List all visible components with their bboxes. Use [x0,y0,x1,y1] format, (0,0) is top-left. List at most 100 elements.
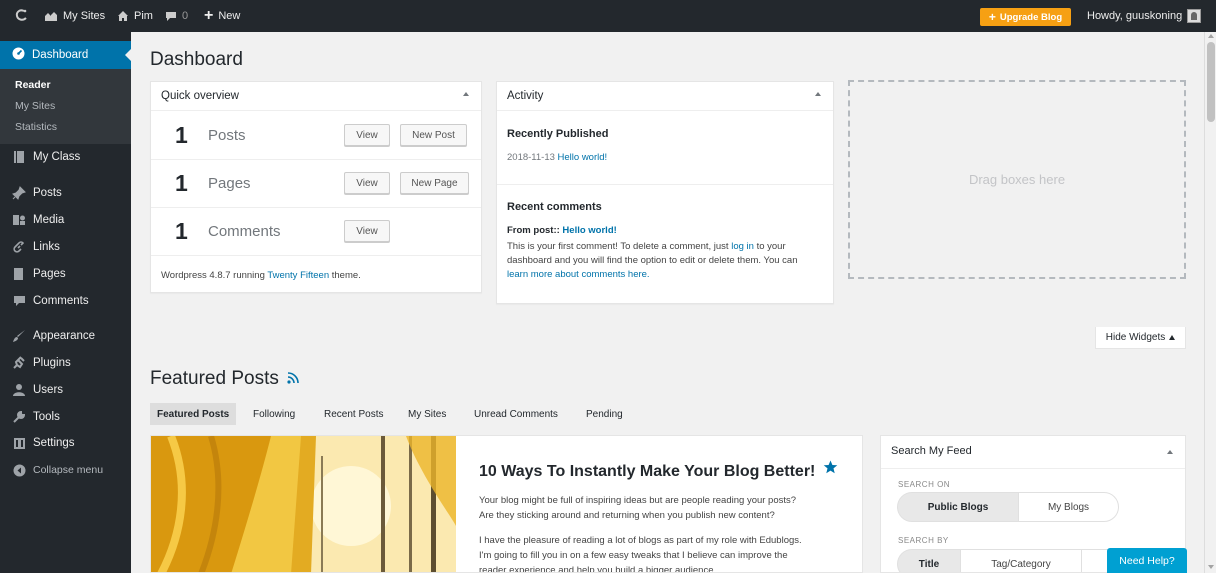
users-icon [12,383,26,397]
star-icon[interactable] [823,460,838,477]
sidebar-collapse-menu[interactable]: Collapse menu [0,457,131,483]
post-excerpt-paragraph: Your blog might be full of inspiring ide… [479,495,797,521]
toggle-arrow-icon[interactable] [815,92,821,96]
new-page-button[interactable]: New Page [400,172,469,194]
avatar [1187,9,1202,23]
media-icon [12,213,26,227]
overview-row-pages: 1 Pages View New Page [151,160,481,208]
search-by-label: SEARCH BY [898,536,949,545]
sidebar-item-links[interactable]: Links [0,234,131,260]
post-title[interactable]: 10 Ways To Instantly Make Your Blog Bett… [479,463,815,481]
sidebar-item-settings[interactable]: Settings [0,430,131,456]
sidebar-item-appearance[interactable]: Appearance [0,323,131,349]
pin-icon [12,186,26,200]
plus-icon: + [988,10,996,24]
sidebar-item-dashboard[interactable]: Dashboard [0,41,131,69]
upgrade-blog-button[interactable]: + Upgrade Blog [980,8,1071,26]
new-content-menu[interactable]: + New [204,0,240,32]
dashboard-icon [12,47,25,63]
toggle-arrow-icon[interactable] [1167,450,1173,454]
search-on-label: SEARCH ON [898,480,951,489]
toggle-arrow-icon[interactable] [463,92,469,96]
post-thumbnail[interactable] [151,436,456,572]
admin-bar: My Sites Pim 0 + New + Upgrade Blog Howd… [0,0,1216,32]
comment-excerpt: This is your first comment! To delete a … [507,241,798,280]
plus-icon: + [204,7,214,24]
sidebar-item-users[interactable]: Users [0,377,131,403]
my-sites-menu[interactable]: My Sites [44,0,105,32]
plugin-icon [12,356,26,370]
tab-my-sites[interactable]: My Sites [401,403,453,425]
recent-comments-heading: Recent comments [507,201,602,213]
home-icon [117,10,129,22]
tab-following[interactable]: Following [246,403,302,425]
sidebar-item-tools[interactable]: Tools [0,404,131,430]
page-scrollbar[interactable] [1204,32,1216,573]
activity-widget: Activity Recently Published 2018-11-13 H… [496,81,834,304]
featured-posts-title: Featured Posts [150,368,299,390]
drag-boxes-zone[interactable]: Drag boxes here [848,80,1186,279]
need-help-button[interactable]: Need Help? [1107,548,1187,573]
comments-menu[interactable]: 0 [165,0,188,32]
comment-icon [12,294,26,308]
widget-header[interactable]: Quick overview [151,82,481,111]
tab-unread-comments[interactable]: Unread Comments [467,403,565,425]
featured-post-card: 10 Ways To Instantly Make Your Blog Bett… [150,435,863,573]
submenu-my-sites[interactable]: My Sites [15,100,55,112]
view-pages-button[interactable]: View [344,172,390,194]
wrench-icon [12,410,26,424]
caret-up-icon [1169,335,1176,340]
view-comments-button[interactable]: View [344,220,390,242]
comment-bubble-icon [165,11,177,22]
collapse-icon [12,463,26,477]
log-in-link[interactable]: log in [731,241,754,252]
search-by-tag-toggle[interactable]: Tag/Category [960,549,1082,572]
link-icon [12,240,26,254]
submenu-statistics[interactable]: Statistics [15,121,57,133]
hide-widgets-button[interactable]: Hide Widgets [1095,327,1186,349]
sidebar-item-my-class[interactable]: My Class [0,144,131,170]
tab-featured-posts[interactable]: Featured Posts [150,403,237,425]
my-blogs-toggle[interactable]: My Blogs [1018,492,1119,522]
search-by-title-toggle[interactable]: Title [897,549,961,572]
learn-more-comments-link[interactable]: learn more about comments here. [507,269,650,280]
view-posts-button[interactable]: View [344,124,390,146]
public-blogs-toggle[interactable]: Public Blogs [897,492,1019,522]
sidebar-item-pages[interactable]: Pages [0,261,131,287]
comment-source: From post:: Hello world! [507,225,617,236]
scrollbar-thumb[interactable] [1207,42,1215,122]
divider [497,184,833,185]
tab-pending[interactable]: Pending [579,403,630,425]
brush-icon [12,329,26,343]
widget-header[interactable]: Search My Feed [891,445,972,457]
page-icon [12,267,26,281]
theme-link[interactable]: Twenty Fifteen [267,270,329,281]
sidebar-item-posts[interactable]: Posts [0,180,131,206]
rss-icon[interactable] [287,368,299,390]
scroll-up-icon[interactable] [1208,34,1214,38]
scroll-down-icon[interactable] [1208,565,1214,569]
post-excerpt-paragraph: I have the pleasure of reading a lot of … [479,535,802,573]
submenu-reader[interactable]: Reader [15,79,51,91]
divider [881,468,1185,469]
sidebar-item-comments[interactable]: Comments [0,288,131,314]
site-name-menu[interactable]: Pim [117,0,153,32]
tab-recent-posts[interactable]: Recent Posts [317,403,390,425]
dashboard-submenu: Reader My Sites Statistics [0,69,131,144]
sidebar-item-plugins[interactable]: Plugins [0,350,131,376]
new-post-button[interactable]: New Post [400,124,467,146]
admin-sidebar: Dashboard Reader My Sites Statistics My … [0,32,131,573]
overview-row-posts: 1 Posts View New Post [151,112,481,160]
book-icon [12,150,26,164]
published-item: 2018-11-13 Hello world! [507,152,608,163]
sidebar-item-media[interactable]: Media [0,207,131,233]
my-account-menu[interactable]: Howdy, guuskoning [1087,0,1202,32]
edublogs-logo-icon[interactable] [14,0,28,32]
settings-icon [12,436,26,450]
overview-row-comments: 1 Comments View [151,208,481,256]
widget-header[interactable]: Activity [497,82,833,111]
quick-overview-widget: Quick overview 1 Posts View New Post 1 P… [150,81,482,293]
comment-post-link[interactable]: Hello world! [562,225,616,236]
published-post-link[interactable]: Hello world! [558,152,608,163]
my-sites-icon [44,10,58,22]
